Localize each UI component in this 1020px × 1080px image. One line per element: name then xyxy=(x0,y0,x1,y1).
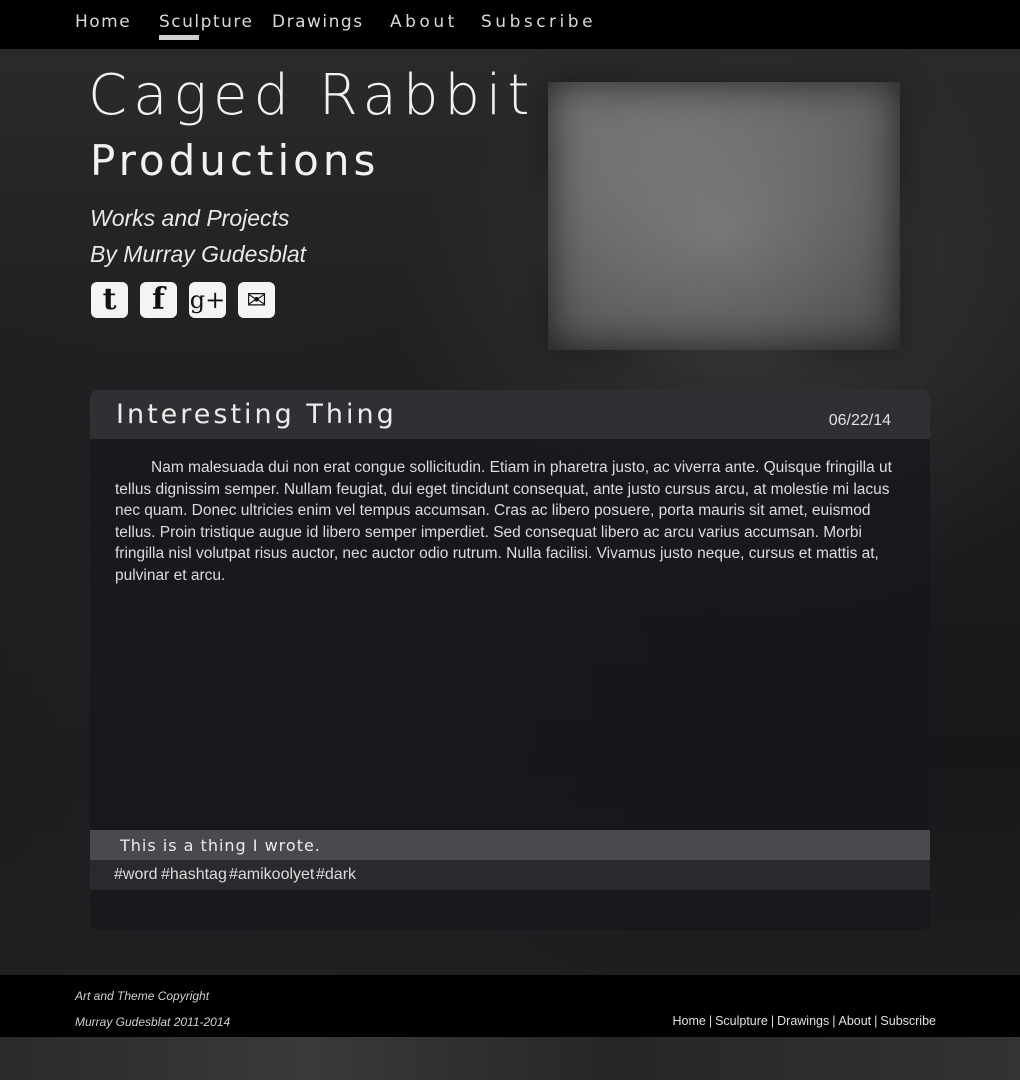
footer-separator: | xyxy=(832,1014,836,1028)
google-plus-link[interactable]: g+ xyxy=(189,282,226,318)
google-plus-icon: g+ xyxy=(189,286,226,314)
nav-active-indicator xyxy=(159,35,199,40)
footer-link-about[interactable]: About xyxy=(838,1014,871,1028)
tagline-works: Works and Projects xyxy=(90,205,290,231)
facebook-icon: f xyxy=(152,282,165,317)
footer-link-subscribe[interactable]: Subscribe xyxy=(880,1014,936,1028)
footer-nav: Home | Sculpture | Drawings | About | Subscribe xyxy=(672,1014,936,1028)
nav-drawings[interactable]: Drawings xyxy=(272,12,364,32)
footer-link-drawings[interactable]: Drawings xyxy=(777,1014,829,1028)
tagline-author: By Murray Gudesblat xyxy=(90,241,307,267)
post-title[interactable]: Interesting Thing xyxy=(116,399,397,430)
footer-link-sculpture[interactable]: Sculpture xyxy=(715,1014,768,1028)
bottom-background-strip xyxy=(0,1037,1020,1080)
tumblr-icon: t xyxy=(102,282,117,317)
top-navigation: Home Sculpture Drawings About Subscribe xyxy=(0,0,1020,49)
post-caption-bar: This is a thing I wrote. xyxy=(90,830,930,860)
tag-link[interactable]: #amikoolyet xyxy=(229,866,314,884)
facebook-link[interactable]: f xyxy=(140,282,177,318)
tag-link[interactable]: #word xyxy=(114,866,158,884)
background-frame xyxy=(548,82,900,350)
post-header: Interesting Thing 06/22/14 xyxy=(90,390,930,439)
footer-separator: | xyxy=(770,1014,775,1028)
email-link[interactable]: ✉ xyxy=(238,282,275,318)
footer: Art and Theme Copyright Murray Gudesblat… xyxy=(0,975,1020,1037)
nav-sculpture[interactable]: Sculpture xyxy=(159,12,253,32)
tumblr-link[interactable]: t xyxy=(91,282,128,318)
nav-home[interactable]: Home xyxy=(75,12,131,32)
site-subtitle: Productions xyxy=(90,136,380,185)
blog-post: Interesting Thing 06/22/14 Nam malesuada… xyxy=(90,390,930,930)
copyright-line-1: Art and Theme Copyright xyxy=(75,989,210,1003)
email-icon: ✉ xyxy=(246,286,267,314)
post-body: Nam malesuada dui non erat congue sollic… xyxy=(115,459,892,584)
footer-separator: | xyxy=(708,1014,713,1028)
nav-subscribe[interactable]: Subscribe xyxy=(481,12,596,32)
post-date: 06/22/14 xyxy=(828,412,891,429)
post-tags: #word #hashtag #amikoolyet #dark xyxy=(90,860,930,890)
tag-link[interactable]: #dark xyxy=(316,866,356,884)
post-caption: This is a thing I wrote. xyxy=(120,836,321,855)
tag-link[interactable]: #hashtag xyxy=(161,866,227,884)
copyright-line-2: Murray Gudesblat 2011-2014 xyxy=(75,1015,231,1029)
footer-separator: | xyxy=(874,1014,878,1028)
nav-about[interactable]: About xyxy=(390,12,458,32)
footer-link-home[interactable]: Home xyxy=(672,1014,705,1028)
site-title: Caged Rabbit xyxy=(88,63,536,128)
